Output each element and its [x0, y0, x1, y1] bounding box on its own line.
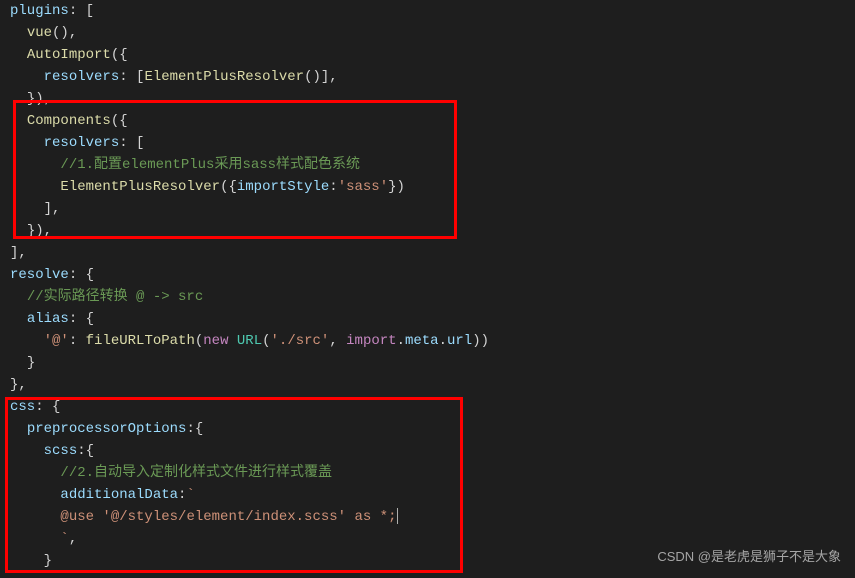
code-line: @use '@/styles/element/index.scss' as *;: [10, 506, 845, 528]
code-line: ElementPlusResolver({importStyle:'sass'}…: [10, 176, 845, 198]
code-line: resolvers: [ElementPlusResolver()],: [10, 66, 845, 88]
code-line: //实际路径转换 @ -> src: [10, 286, 845, 308]
code-line: plugins: [: [10, 0, 845, 22]
text-cursor: [397, 508, 398, 524]
code-line: preprocessorOptions:{: [10, 418, 845, 440]
code-line: //1.配置elementPlus采用sass样式配色系统: [10, 154, 845, 176]
code-line: vue(),: [10, 22, 845, 44]
code-line: '@': fileURLToPath(new URL('./src', impo…: [10, 330, 845, 352]
code-line: alias: {: [10, 308, 845, 330]
code-editor[interactable]: plugins: [ vue(), AutoImport({ resolvers…: [10, 0, 845, 572]
code-line: Components({: [10, 110, 845, 132]
code-line: AutoImport({: [10, 44, 845, 66]
code-line: }),: [10, 88, 845, 110]
code-line: css: {: [10, 396, 845, 418]
code-line: }),: [10, 220, 845, 242]
code-line: }: [10, 352, 845, 374]
code-line: additionalData:`: [10, 484, 845, 506]
code-line: //2.自动导入定制化样式文件进行样式覆盖: [10, 462, 845, 484]
code-line: scss:{: [10, 440, 845, 462]
code-line: ],: [10, 198, 845, 220]
code-line: resolve: {: [10, 264, 845, 286]
code-line: },: [10, 374, 845, 396]
watermark-text: CSDN @是老虎是狮子不是大象: [657, 546, 841, 568]
code-line: resolvers: [: [10, 132, 845, 154]
code-line: ],: [10, 242, 845, 264]
